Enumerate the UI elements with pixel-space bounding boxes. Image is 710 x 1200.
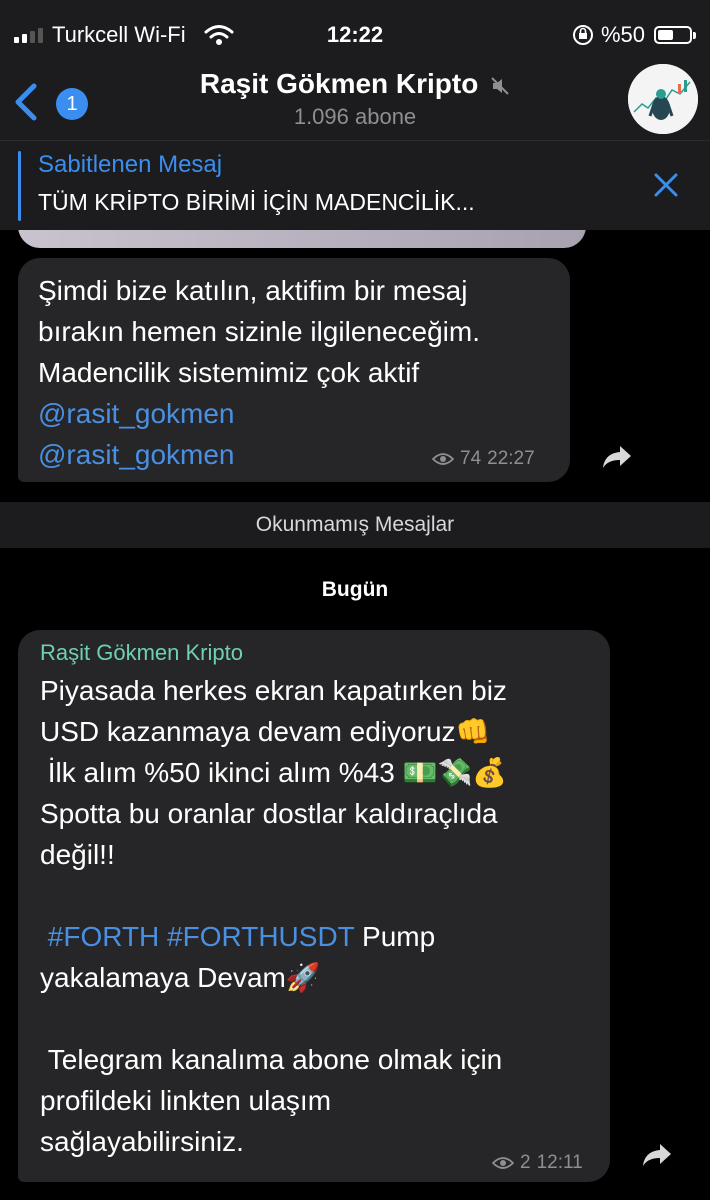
hashtag-link[interactable]: #FORTH	[48, 921, 160, 952]
mention-link[interactable]: @rasit_gokmen	[38, 434, 480, 475]
message-bubble[interactable]: Şimdi bize katılın, aktifim bir mesaj bı…	[18, 258, 570, 482]
close-icon[interactable]	[652, 171, 680, 199]
message-line: İlk alım %50 ikinci alım %43 💵💸💰	[40, 752, 600, 793]
message-meta: 74 22:27	[432, 448, 535, 470]
message-line: Piyasada herkes ekran kapatırken biz	[40, 675, 507, 706]
message-line-text: USD kazanmaya devam ediyoruz	[40, 716, 456, 747]
status-bar: Turkcell Wi-Fi 12:22 %50	[0, 0, 710, 64]
view-count: 74	[460, 448, 482, 469]
message-line: yakalamaya Devam🚀	[40, 957, 600, 998]
message-line-text: Pump	[354, 921, 436, 952]
channel-name: Raşit Gökmen Kripto	[199, 68, 479, 99]
pinned-indicator	[18, 151, 21, 221]
eye-icon	[492, 1157, 514, 1169]
message-time: 22:27	[487, 448, 535, 469]
pinned-message[interactable]: Sabitlenen Mesaj TÜM KRİPTO BİRİMİ İÇİN …	[0, 140, 710, 230]
message-list[interactable]: Şimdi bize katılın, aktifim bir mesaj bı…	[0, 230, 710, 1200]
mention-link[interactable]: @rasit_gokmen	[38, 393, 480, 434]
hashtag-link[interactable]: #FORTHUSDT	[167, 921, 354, 952]
forward-icon[interactable]	[602, 444, 632, 470]
money-emoji-icon: 💵💸💰	[402, 756, 508, 789]
message-text: Şimdi bize katılın, aktifim bir mesaj bı…	[38, 275, 480, 388]
channel-title[interactable]: Raşit Gökmen Kripto	[0, 68, 710, 100]
subscriber-count: 1.096 abone	[293, 104, 417, 129]
message-time: 12:11	[536, 1152, 583, 1173]
battery-percent: %50	[601, 22, 646, 47]
pinned-title: Sabitlenen Mesaj	[38, 151, 223, 178]
mute-icon	[491, 76, 509, 95]
message-line: Telegram kanalıma abone olmak için	[40, 1044, 503, 1075]
battery-icon	[654, 26, 696, 44]
unread-divider: Okunmamış Mesajlar	[0, 502, 710, 548]
chat-header: 1 Raşit Gökmen Kripto 1.096 abone	[0, 64, 710, 140]
channel-avatar[interactable]	[628, 64, 698, 134]
message-meta: 2 12:11	[492, 1152, 583, 1174]
date-separator: Bugün	[321, 578, 389, 601]
message-bubble[interactable]: Raşit Gökmen Kripto Piyasada herkes ekra…	[18, 630, 610, 1182]
sender-name[interactable]: Raşit Gökmen Kripto	[40, 640, 600, 666]
message-line-text: İlk alım %50 ikinci alım %43	[40, 757, 403, 788]
message-line: #FORTH #FORTHUSDT Pump	[40, 916, 600, 957]
avatar-image	[628, 64, 698, 134]
message-line-text: yakalamaya Devam	[40, 962, 286, 993]
media-preview[interactable]	[18, 230, 586, 248]
message-line: profildeki linkten ulaşım	[40, 1085, 332, 1116]
message-line: değil!!	[40, 839, 115, 870]
orientation-lock-icon	[573, 25, 593, 45]
rocket-emoji-icon: 🚀	[285, 961, 321, 994]
pinned-text: TÜM KRİPTO BİRİMİ İÇİN MADENCİLİK...	[38, 189, 475, 215]
message-line: USD kazanmaya devam ediyoruz👊	[40, 711, 600, 752]
eye-icon	[432, 453, 454, 465]
fist-emoji-icon: 👊	[455, 715, 491, 748]
message-line: Spotta bu oranlar dostlar kaldıraçlıda	[40, 798, 498, 829]
forward-icon[interactable]	[642, 1142, 672, 1168]
view-count: 2	[520, 1152, 531, 1173]
